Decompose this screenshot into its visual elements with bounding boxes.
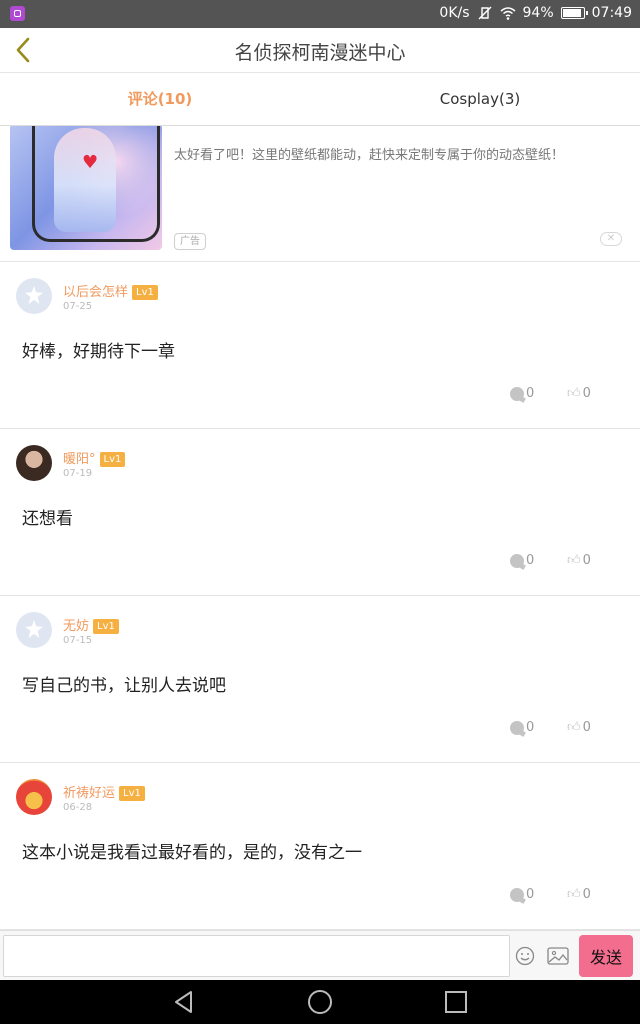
comment-bubble-icon — [510, 386, 524, 401]
status-bar: 0K/s 94% 07:49 — [0, 0, 640, 28]
comment-bubble-icon — [510, 887, 524, 902]
reply-button[interactable]: 0 — [510, 720, 534, 735]
reply-button[interactable]: 0 — [510, 386, 534, 401]
ad-image[interactable]: ♥ — [10, 126, 162, 250]
network-speed: 0K/s — [439, 5, 470, 21]
comment-item: 无妨 Lv1 07-15 写自己的书，让别人去说吧 0 👍︎ 0 — [0, 596, 640, 763]
level-badge: Lv1 — [99, 452, 126, 467]
tab-bar: 评论(10) Cosplay(3) — [0, 72, 640, 126]
comment-list: 以后会怎样 Lv1 07-25 好棒，好期待下一章 0 👍︎ 0 暖阳° Lv1 0… — [0, 262, 640, 930]
username-row[interactable]: 暖阳° Lv1 — [63, 448, 126, 467]
status-indicators: 0K/s 94% 07:49 — [439, 5, 632, 21]
vibrate-off-icon — [478, 6, 492, 20]
like-button[interactable]: 👍︎ 0 — [567, 386, 591, 401]
comment-item: 祈祷好运 Lv1 06-28 这本小说是我看过最好看的，是的，没有之一 0 👍︎ … — [0, 763, 640, 930]
username[interactable]: 无妨 — [63, 619, 89, 634]
comment-input[interactable] — [3, 935, 510, 977]
comment-date: 07-15 — [63, 635, 93, 646]
avatar[interactable] — [16, 278, 52, 314]
nav-back-icon[interactable] — [170, 988, 198, 1016]
comment-bubble-icon — [510, 720, 524, 735]
wifi-icon — [500, 7, 516, 20]
battery-icon — [560, 7, 588, 19]
comment-text: 写自己的书，让别人去说吧 — [22, 676, 226, 696]
comment-input-bar: 发送 — [0, 930, 640, 980]
nav-home-icon[interactable] — [306, 988, 334, 1016]
battery-fill — [562, 9, 582, 17]
thumbs-up-icon: 👍︎ — [567, 385, 581, 401]
reply-count: 0 — [526, 386, 535, 401]
avatar[interactable] — [16, 445, 52, 481]
ad-close-icon[interactable]: ✕ — [600, 232, 622, 246]
level-badge: Lv1 — [132, 285, 158, 300]
level-badge: Lv1 — [119, 786, 145, 801]
username-row[interactable]: 以后会怎样 Lv1 — [63, 281, 158, 300]
comment-date: 06-28 — [63, 802, 93, 813]
notification-app-icon — [10, 6, 25, 21]
comment-text: 还想看 — [22, 509, 73, 529]
reply-count: 0 — [526, 720, 535, 735]
like-count: 0 — [582, 553, 591, 568]
app-header: 名侦探柯南漫迷中心 — [0, 28, 640, 72]
comment-item: 以后会怎样 Lv1 07-25 好棒，好期待下一章 0 👍︎ 0 — [0, 262, 640, 429]
like-button[interactable]: 👍︎ 0 — [567, 887, 591, 902]
page-title: 名侦探柯南漫迷中心 — [234, 42, 406, 64]
comment-bubble-icon — [510, 553, 524, 568]
comment-item: 暖阳° Lv1 07-19 还想看 0 👍︎ 0 — [0, 429, 640, 596]
comment-text: 好棒，好期待下一章 — [22, 342, 175, 362]
like-count: 0 — [582, 720, 591, 735]
like-count: 0 — [582, 887, 591, 902]
ad-text[interactable]: 太好看了吧！这里的壁纸都能动，赶快来定制专属于你的动态壁纸！ — [174, 144, 614, 163]
tab-comments[interactable]: 评论(10) — [0, 73, 320, 125]
heart-icon: ♥ — [82, 152, 99, 173]
system-nav-bar — [0, 980, 640, 1024]
like-button[interactable]: 👍︎ 0 — [567, 553, 591, 568]
ad-phone-frame — [32, 126, 160, 242]
thumbs-up-icon: 👍︎ — [567, 552, 581, 568]
ad-label-badge: 广告 — [174, 233, 206, 250]
reply-button[interactable]: 0 — [510, 553, 534, 568]
nav-recents-icon[interactable] — [442, 988, 470, 1016]
emoji-icon[interactable] — [515, 946, 535, 966]
ad-banner[interactable]: ♥ 太好看了吧！这里的壁纸都能动，赶快来定制专属于你的动态壁纸！ 广告 ✕ — [0, 126, 640, 262]
comment-text: 这本小说是我看过最好看的，是的，没有之一 — [22, 843, 362, 863]
image-icon[interactable] — [547, 947, 569, 965]
send-button[interactable]: 发送 — [579, 935, 633, 977]
thumbs-up-icon: 👍︎ — [567, 719, 581, 735]
username-row[interactable]: 祈祷好运 Lv1 — [63, 782, 145, 801]
reply-button[interactable]: 0 — [510, 887, 534, 902]
username[interactable]: 祈祷好运 — [63, 786, 115, 801]
avatar[interactable] — [16, 779, 52, 815]
battery-percent: 94% — [522, 5, 554, 21]
like-count: 0 — [582, 386, 591, 401]
username-row[interactable]: 无妨 Lv1 — [63, 615, 119, 634]
like-button[interactable]: 👍︎ 0 — [567, 720, 591, 735]
thumbs-up-icon: 👍︎ — [567, 886, 581, 902]
clock: 07:49 — [591, 5, 632, 21]
tab-cosplay[interactable]: Cosplay(3) — [320, 73, 640, 125]
comment-date: 07-25 — [63, 301, 93, 312]
avatar[interactable] — [16, 612, 52, 648]
reply-count: 0 — [526, 887, 535, 902]
username[interactable]: 暖阳° — [63, 452, 96, 467]
username[interactable]: 以后会怎样 — [63, 285, 128, 300]
comment-date: 07-19 — [63, 468, 93, 479]
reply-count: 0 — [526, 553, 535, 568]
level-badge: Lv1 — [93, 619, 119, 634]
